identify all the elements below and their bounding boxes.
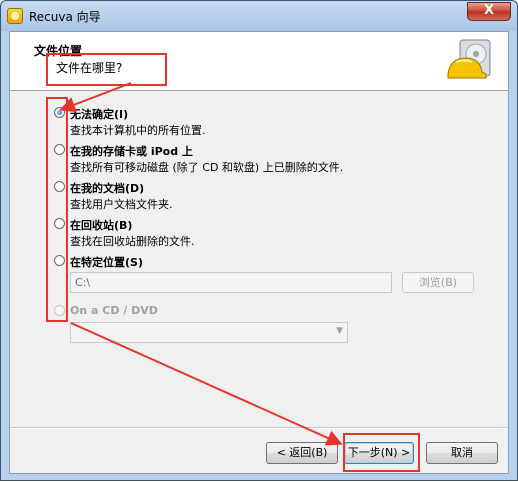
radio-memory-card[interactable] <box>54 144 65 155</box>
option-desc: 查找在回收站删除的文件. <box>70 235 195 248</box>
wizard-window: Recuva 向导 X 文件位置 文件在哪里? 无法确定(I) 查找本计算机中的… <box>0 0 518 481</box>
hard-drive-helmet-icon <box>447 39 491 79</box>
option-label: 在回收站(B) <box>70 219 133 232</box>
radio-specific-location[interactable] <box>54 255 65 266</box>
option-label: 无法确定(I) <box>70 108 129 121</box>
divider <box>10 427 508 429</box>
option-desc: 查找所有可移动磁盘 (除了 CD 和软盘) 上已删除的文件. <box>70 161 344 174</box>
cancel-button[interactable]: 取消 <box>426 442 498 464</box>
location-path-input[interactable]: C:\ <box>70 272 392 293</box>
browse-button[interactable]: 浏览(B) <box>402 272 474 293</box>
radio-my-documents[interactable] <box>54 181 65 192</box>
page-title: 文件位置 <box>34 44 83 58</box>
window-title: Recuva 向导 <box>29 10 101 24</box>
radio-unknown[interactable] <box>54 107 65 118</box>
back-button[interactable]: < 返回(B) <box>266 442 338 464</box>
option-desc: 查找本计算机中的所有位置. <box>70 124 206 137</box>
next-button[interactable]: 下一步(N) > <box>344 442 414 464</box>
option-label: On a CD / DVD <box>70 304 158 317</box>
option-label: 在我的存储卡或 iPod 上 <box>70 145 193 158</box>
option-label: 在特定位置(S) <box>70 256 143 269</box>
chevron-down-icon: ▼ <box>336 326 343 336</box>
recuva-app-icon <box>7 8 23 24</box>
page-subtitle: 文件在哪里? <box>56 61 123 75</box>
wizard-content: 文件位置 文件在哪里? 无法确定(I) 查找本计算机中的所有位置. 在我的存储卡… <box>9 31 509 474</box>
title-bar: Recuva 向导 X <box>1 1 517 31</box>
radio-recycle-bin[interactable] <box>54 218 65 229</box>
radio-cd-dvd <box>54 305 65 316</box>
option-label: 在我的文档(D) <box>70 182 145 195</box>
option-desc: 查找用户文档文件夹. <box>70 198 173 211</box>
close-button[interactable]: X <box>467 2 511 21</box>
wizard-header: 文件位置 文件在哪里? <box>10 32 508 91</box>
cd-drive-select: ▼ <box>70 322 348 343</box>
